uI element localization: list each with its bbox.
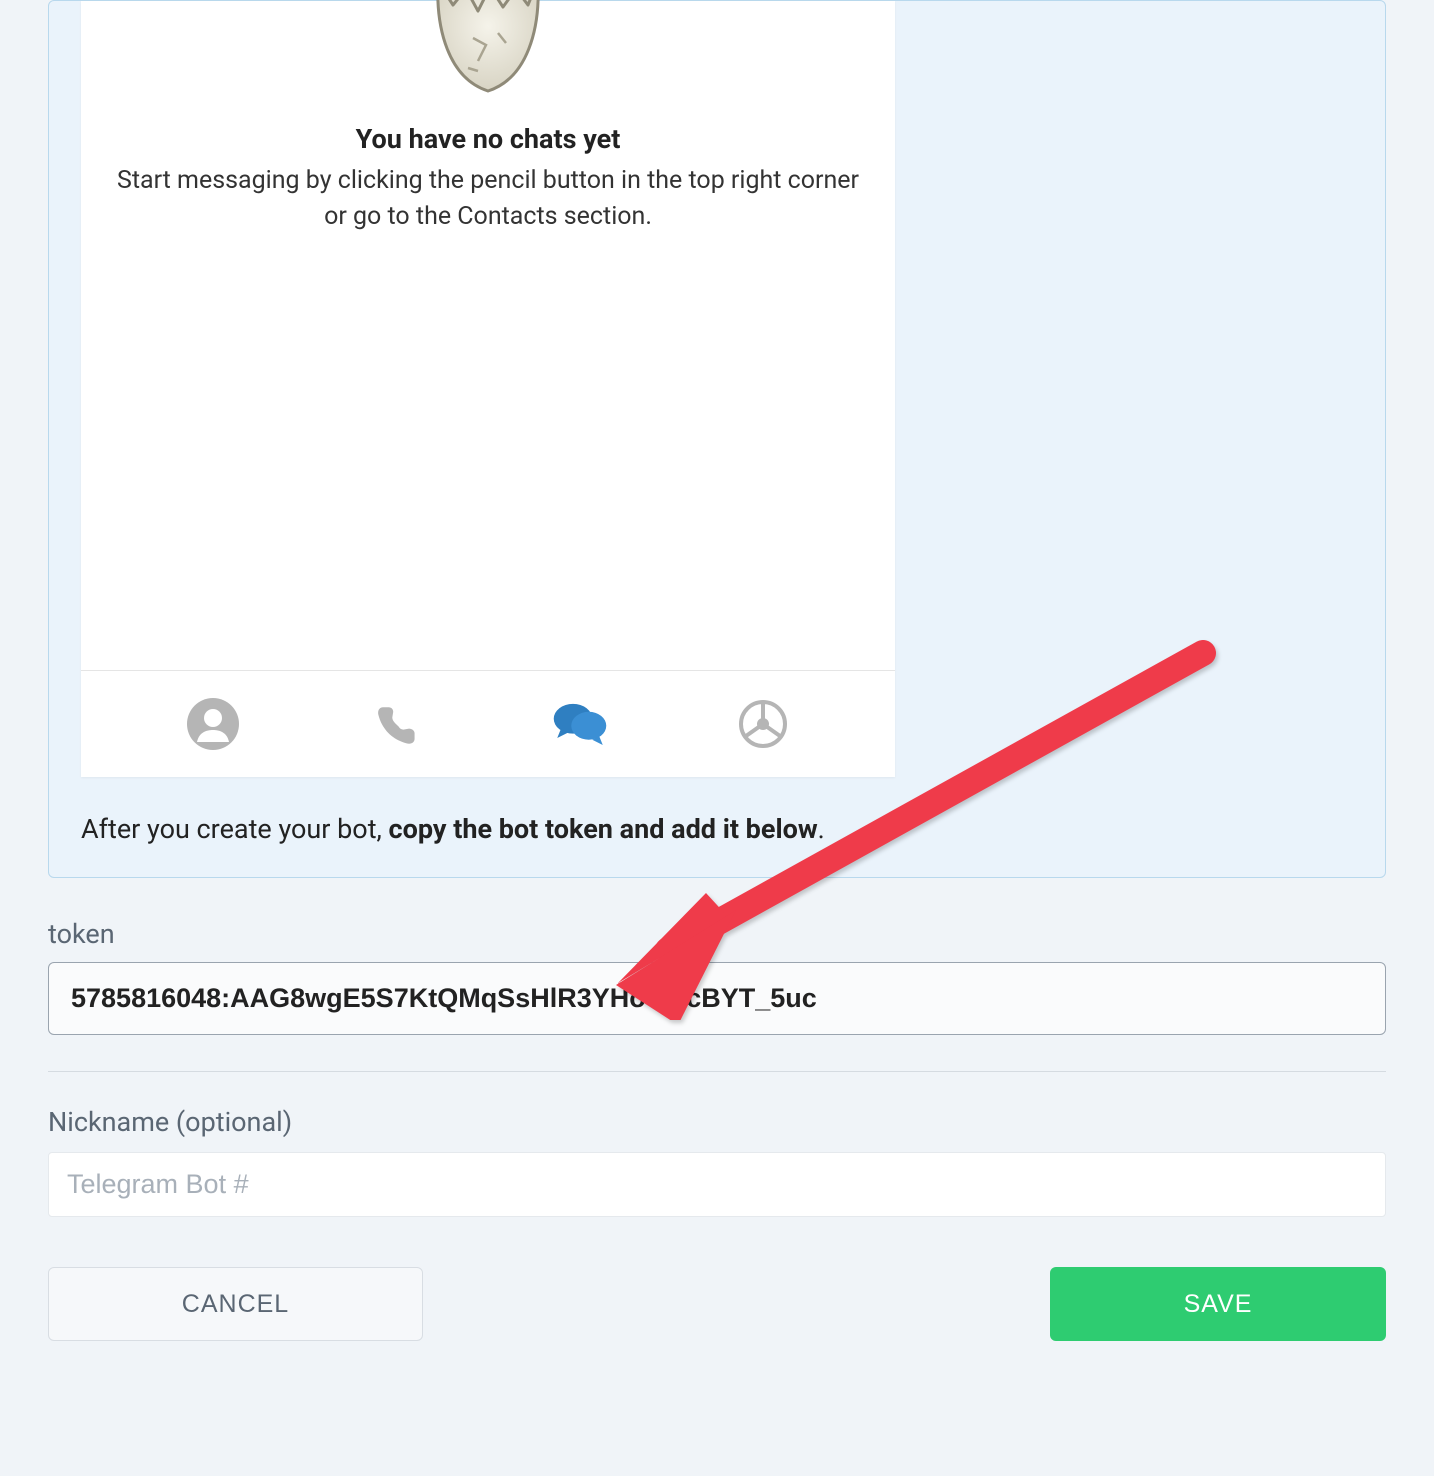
- instruction-bold: copy the bot token and add it below: [389, 813, 818, 845]
- cancel-button[interactable]: CANCEL: [48, 1267, 423, 1341]
- instruction-prefix: After you create your bot,: [81, 813, 389, 845]
- nickname-label: Nickname (optional): [48, 1106, 1386, 1138]
- egg-icon: [418, 0, 558, 103]
- nickname-input[interactable]: [48, 1152, 1386, 1217]
- instruction-text: After you create your bot, copy the bot …: [81, 813, 1353, 845]
- settings-icon[interactable]: [735, 696, 791, 752]
- instruction-panel: You have no chats yet Start messaging by…: [48, 0, 1386, 878]
- phone-screenshot: You have no chats yet Start messaging by…: [81, 1, 895, 777]
- token-input[interactable]: [48, 962, 1386, 1035]
- no-chats-title: You have no chats yet: [356, 123, 621, 155]
- divider: [48, 1071, 1386, 1072]
- instruction-suffix: .: [818, 813, 825, 845]
- save-button[interactable]: SAVE: [1050, 1267, 1386, 1341]
- contacts-icon[interactable]: [185, 696, 241, 752]
- no-chats-subtitle: Start messaging by clicking the pencil b…: [81, 163, 895, 236]
- button-row: CANCEL SAVE: [48, 1267, 1386, 1341]
- chats-icon[interactable]: [552, 696, 608, 752]
- phone-empty-state: You have no chats yet Start messaging by…: [81, 1, 895, 671]
- token-label: token: [48, 918, 1386, 950]
- calls-icon[interactable]: [368, 696, 424, 752]
- phone-tabbar: [81, 671, 895, 777]
